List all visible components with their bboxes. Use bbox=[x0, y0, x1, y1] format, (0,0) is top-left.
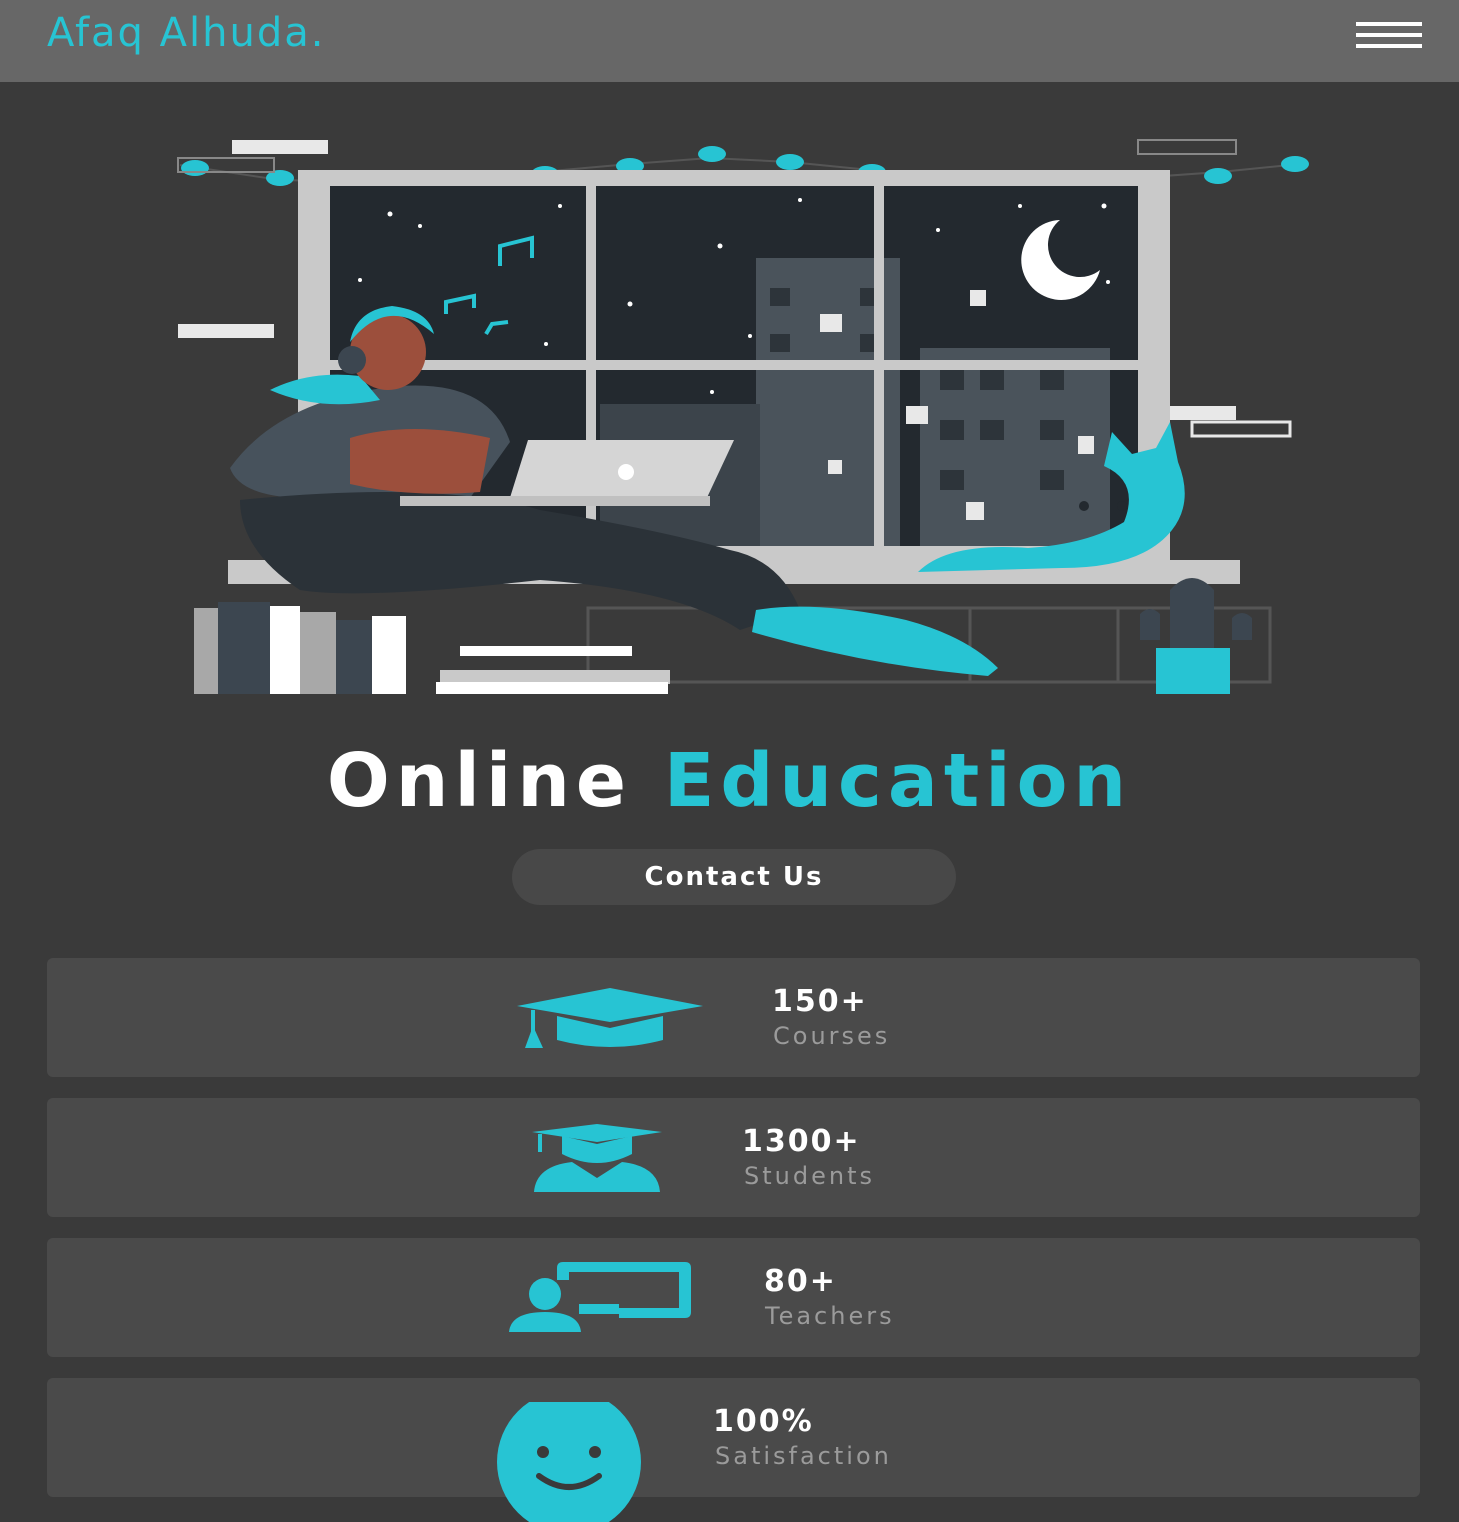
stat-card-students: 1300+ Students bbox=[47, 1098, 1420, 1217]
stat-card-satisfaction: 100% Satisfaction bbox=[47, 1378, 1420, 1522]
stat-label: Satisfaction bbox=[715, 1442, 892, 1470]
hero-title-part2: Education bbox=[663, 738, 1133, 824]
contact-us-button[interactable]: Contact Us bbox=[512, 849, 956, 905]
student-graduate-icon bbox=[532, 1124, 662, 1192]
stat-value: 150+ bbox=[772, 984, 868, 1019]
hero-title-part1: Online bbox=[326, 738, 633, 824]
hero-illustration bbox=[177, 139, 1309, 694]
stat-card-courses: 150+ Courses bbox=[47, 958, 1420, 1077]
stat-card-teachers: 80+ Teachers bbox=[47, 1238, 1420, 1357]
graduation-cap-icon bbox=[517, 988, 703, 1048]
hero-title: Online Education bbox=[0, 738, 1459, 824]
stat-value: 100% bbox=[713, 1404, 814, 1439]
brand-logo[interactable]: Afaq Alhuda. bbox=[47, 10, 325, 56]
navbar: Afaq Alhuda. bbox=[0, 0, 1459, 82]
stat-value: 80+ bbox=[764, 1264, 837, 1299]
stat-label: Teachers bbox=[765, 1302, 895, 1330]
teacher-board-icon bbox=[509, 1262, 691, 1332]
stat-value: 1300+ bbox=[742, 1124, 861, 1159]
smiley-face-icon bbox=[497, 1402, 641, 1522]
hamburger-menu-icon[interactable] bbox=[1356, 22, 1422, 50]
stat-label: Students bbox=[744, 1162, 875, 1190]
stat-label: Courses bbox=[773, 1022, 891, 1050]
